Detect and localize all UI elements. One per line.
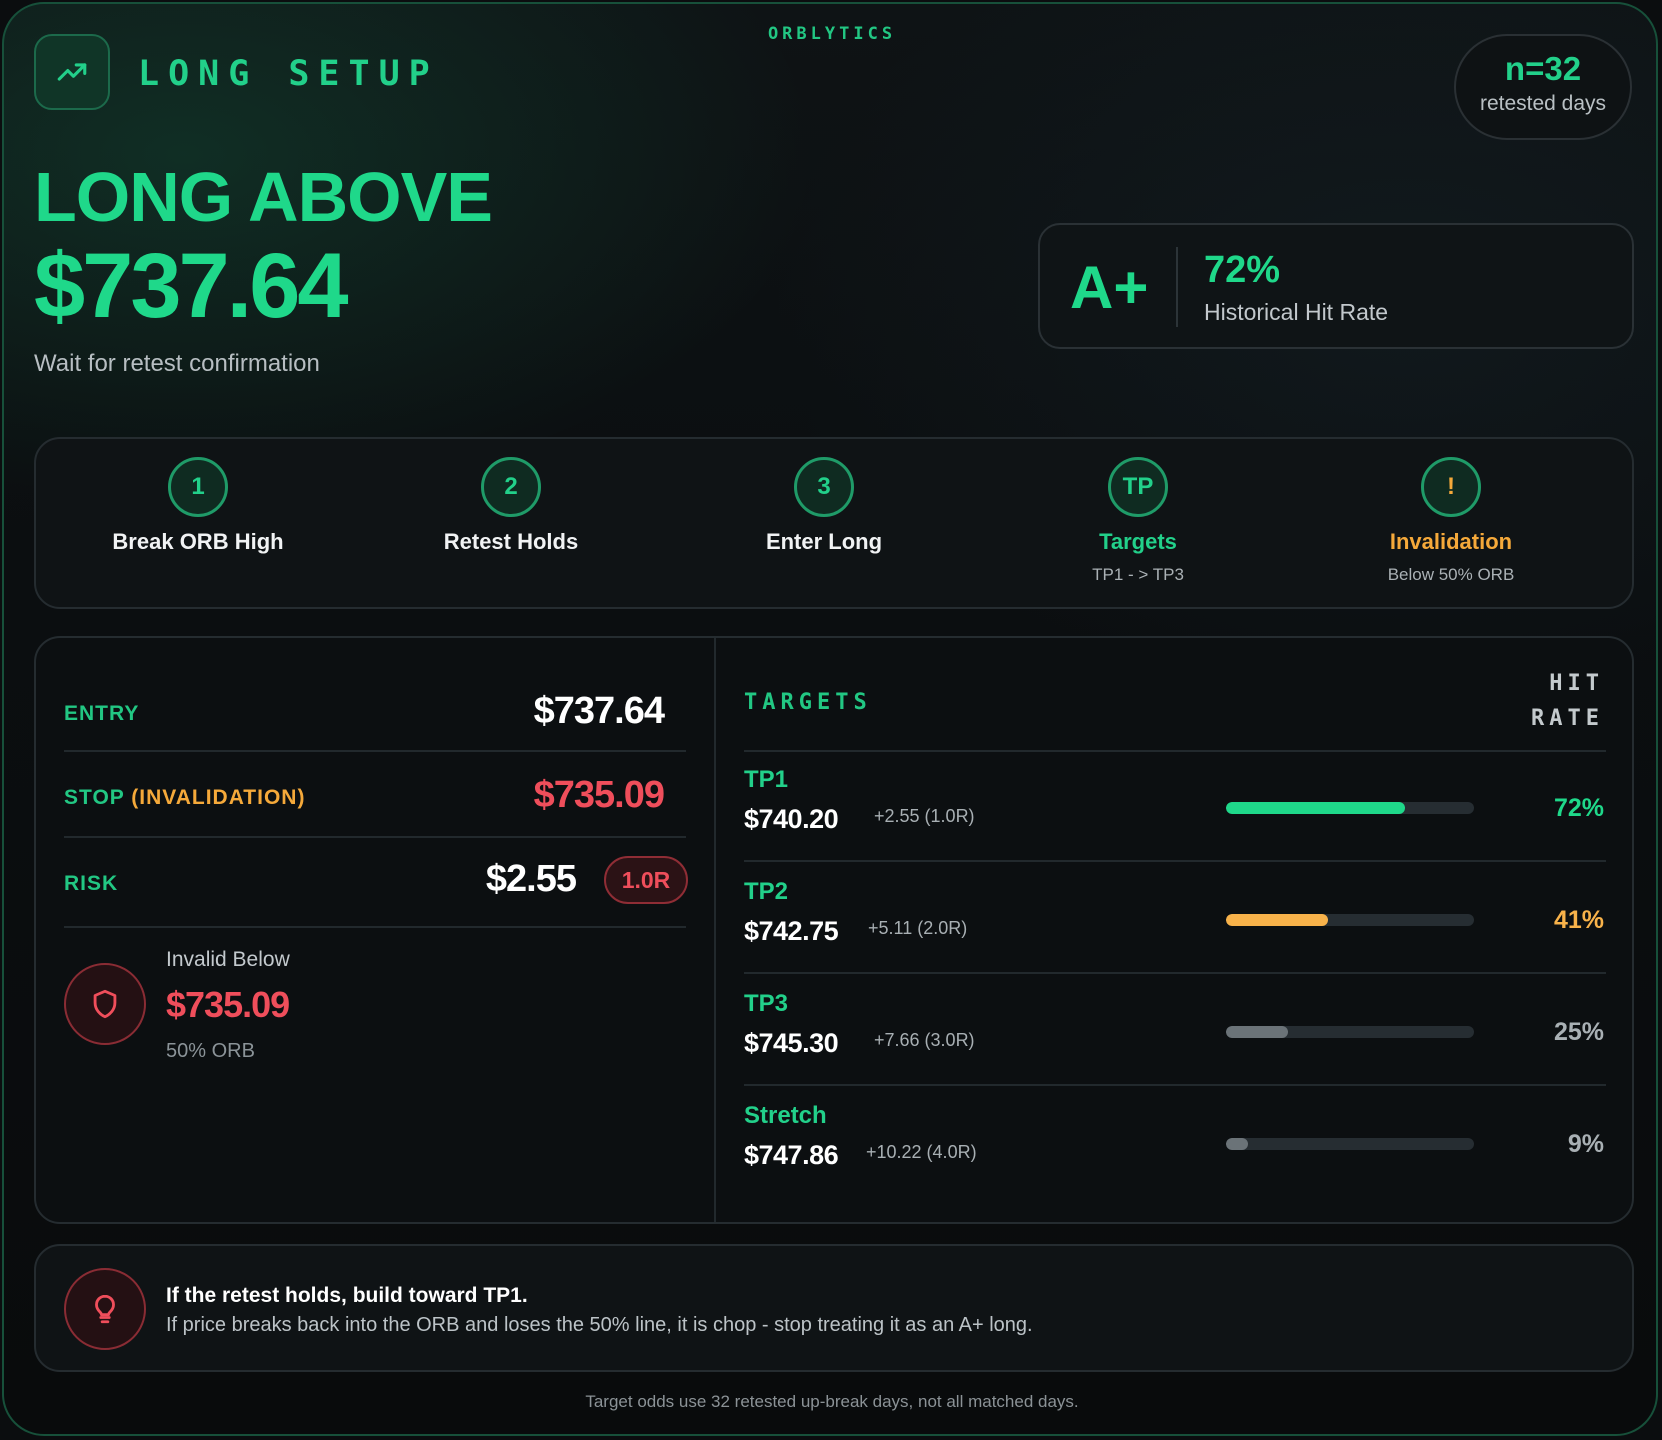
target-hit-rate: 25% — [1553, 1018, 1604, 1046]
targets-divider — [744, 860, 1606, 862]
target-hit-rate: 9% — [1567, 1130, 1604, 1158]
target-price: $745.30 — [744, 1028, 839, 1058]
risk-row: RISK $2.55 — [64, 858, 684, 908]
step-marker: 3 — [794, 457, 854, 517]
target-name: TP3 — [744, 990, 789, 1017]
target-price: $740.20 — [744, 804, 839, 834]
targets-heading: TARGETS — [744, 690, 872, 715]
step-retest-holds: 2 Retest Holds — [361, 457, 661, 555]
setup-grade: A+ — [1070, 254, 1149, 321]
sample-size-value: n=32 — [1504, 50, 1582, 87]
target-delta: +5.11 (2.0R) — [868, 918, 968, 938]
shield-icon-badge — [64, 963, 146, 1045]
row-divider — [64, 836, 686, 838]
stop-label-suffix: (INVALIDATION) — [131, 786, 306, 809]
hit-rate-bar — [1226, 802, 1474, 814]
tip-callout: If the retest holds, build toward TP1. I… — [34, 1244, 1634, 1372]
risk-value: $2.55 — [485, 858, 577, 900]
step-marker: 1 — [168, 457, 228, 517]
step-invalidation: ! Invalidation Below 50% ORB — [1301, 457, 1601, 585]
panel-divider — [714, 638, 716, 1222]
hit-rate-bar — [1226, 1138, 1474, 1150]
historical-hit-rate-label: Historical Hit Rate — [1204, 299, 1389, 325]
risk-label: RISK — [64, 872, 119, 895]
step-subtitle: Below 50% ORB — [1387, 565, 1515, 584]
hit-rate-bar — [1226, 1026, 1474, 1038]
targets-divider — [744, 1084, 1606, 1086]
setup-steps: 1 Break ORB High 2 Retest Holds 3 Enter … — [34, 437, 1634, 609]
invalid-below-value: $735.09 — [166, 984, 290, 1025]
trade-plan-panel: ENTRY $737.64 STOP (INVALIDATION) $735.0… — [34, 636, 1634, 1224]
target-delta: +2.55 (1.0R) — [874, 806, 975, 826]
hit-rate-heading: HIT RATE — [1531, 666, 1604, 736]
brand-name: ORBLYTICS — [767, 24, 897, 44]
target-price: $742.75 — [744, 916, 839, 946]
grade-divider — [1176, 247, 1178, 327]
step-enter-long: 3 Enter Long — [674, 457, 974, 555]
trending-up-icon — [57, 63, 87, 81]
hit-rate-bar-fill — [1226, 1138, 1249, 1150]
sample-size-label: retested days — [1479, 92, 1607, 115]
target-delta: +10.22 (4.0R) — [866, 1142, 977, 1162]
setup-headline: LONG ABOVE — [34, 158, 493, 236]
stop-value: $735.09 — [533, 774, 665, 816]
tip-title: If the retest holds, build toward TP1. — [166, 1284, 528, 1307]
step-subtitle: TP1 - > TP3 — [1092, 565, 1184, 584]
step-targets: TP Targets TP1 - > TP3 — [988, 457, 1288, 585]
targets-divider — [744, 750, 1606, 752]
trend-icon-box — [34, 34, 110, 110]
step-title: Break ORB High — [112, 529, 284, 554]
invalid-below-label: Invalid Below — [166, 948, 290, 971]
invalid-below-sub: 50% ORB — [166, 1040, 255, 1062]
stop-label: STOP (INVALIDATION) — [64, 786, 305, 810]
hit-rate-bar — [1226, 914, 1474, 926]
entry-value: $737.64 — [533, 690, 665, 732]
historical-hit-rate: 72% — [1204, 249, 1281, 291]
step-marker: TP — [1108, 457, 1168, 517]
target-name: TP1 — [744, 766, 789, 793]
entry-label: ENTRY — [64, 702, 140, 725]
target-hit-rate: 72% — [1553, 794, 1604, 822]
shield-icon — [93, 989, 117, 1019]
step-title: Invalidation — [1389, 529, 1513, 554]
row-divider — [64, 926, 686, 928]
hit-rate-bar-fill — [1226, 1026, 1288, 1038]
sample-size-pill: n=32 retested days — [1454, 34, 1632, 140]
setup-card: ORBLYTICS LONG SETUP n=32 retested days … — [2, 2, 1658, 1436]
setup-subline: Wait for retest confirmation — [34, 350, 320, 377]
target-name: TP2 — [744, 878, 789, 905]
hit-rate-bar-fill — [1226, 802, 1405, 814]
lightbulb-icon-badge — [64, 1268, 146, 1350]
target-delta: +7.66 (3.0R) — [874, 1030, 975, 1050]
setup-label: LONG SETUP — [138, 54, 439, 94]
step-break-orb-high: 1 Break ORB High — [48, 457, 348, 555]
target-hit-rate: 41% — [1553, 906, 1604, 934]
hit-rate-heading-line-2: RATE — [1531, 706, 1604, 731]
risk-multiple-badge: 1.0R — [604, 856, 688, 904]
hit-rate-heading-line-1: HIT — [1549, 671, 1604, 696]
stop-row: STOP (INVALIDATION) $735.09 — [64, 772, 684, 822]
target-name: Stretch — [744, 1102, 827, 1129]
step-title: Retest Holds — [443, 529, 579, 554]
step-title: Enter Long — [765, 529, 883, 554]
warning-icon: ! — [1421, 457, 1481, 517]
lightbulb-icon — [95, 1294, 115, 1324]
target-price: $747.86 — [744, 1140, 839, 1170]
row-divider — [64, 750, 686, 752]
targets-divider — [744, 972, 1606, 974]
entry-row: ENTRY $737.64 — [64, 688, 684, 738]
step-marker: 2 — [481, 457, 541, 517]
stop-label-text: STOP — [64, 786, 125, 809]
trigger-price: $737.64 — [34, 235, 349, 337]
step-title: Targets — [1099, 529, 1177, 554]
hit-rate-bar-fill — [1226, 914, 1328, 926]
footnote: Target odds use 32 retested up-break day… — [585, 1392, 1079, 1411]
tip-body: If price breaks back into the ORB and lo… — [166, 1314, 1033, 1336]
grade-card: A+ 72% Historical Hit Rate — [1038, 223, 1634, 349]
